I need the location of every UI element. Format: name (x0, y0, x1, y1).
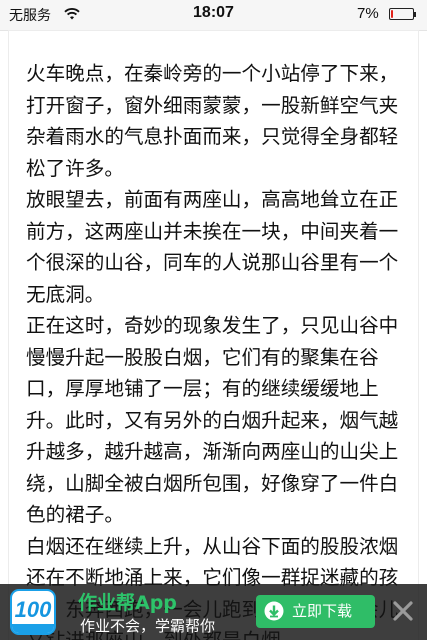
article-body: 火车晚点，在秦岭旁的一个小站停了下来，打开窗子，窗外细雨蒙蒙，一股新鲜空气夹杂着… (26, 58, 416, 640)
reading-panel[interactable]: 火车晚点，在秦岭旁的一个小站停了下来，打开窗子，窗外细雨蒙蒙，一股新鲜空气夹杂着… (9, 31, 418, 640)
download-button[interactable]: 立即下载 (256, 595, 375, 628)
download-button-label: 立即下载 (292, 602, 353, 620)
close-icon[interactable] (391, 599, 415, 623)
logo-stripe (12, 624, 54, 633)
battery-percent: 7% (357, 5, 379, 22)
battery-icon (389, 8, 414, 20)
status-bar: 无服务 18:07 7% (0, 0, 427, 31)
download-arrow-icon (264, 601, 284, 621)
app-ad-banner[interactable]: 100 作业帮App 作业不会，学霸帮你 立即下载 (0, 584, 427, 640)
ad-title[interactable]: 作业帮App (78, 588, 177, 615)
ad-subtitle: 作业不会，学霸帮你 (80, 617, 216, 635)
zuoyebang-logo-icon[interactable]: 100 (10, 589, 56, 635)
paragraph: 正在这时，奇妙的现象发生了，只见山谷中慢慢升起一股股白烟，它们有的聚集在谷口，厚… (26, 314, 399, 526)
logo-text: 100 (14, 597, 52, 622)
paragraph: 放眼望去，前面有两座山，高高地耸立在正前方，这两座山并未挨在一块，中间夹着一个很… (26, 188, 399, 306)
paragraph: 火车晚点，在秦岭旁的一个小站停了下来，打开窗子，窗外细雨蒙蒙，一股新鲜空气夹杂着… (26, 62, 399, 180)
battery-level-fill (391, 10, 393, 18)
battery-nub (414, 12, 416, 17)
